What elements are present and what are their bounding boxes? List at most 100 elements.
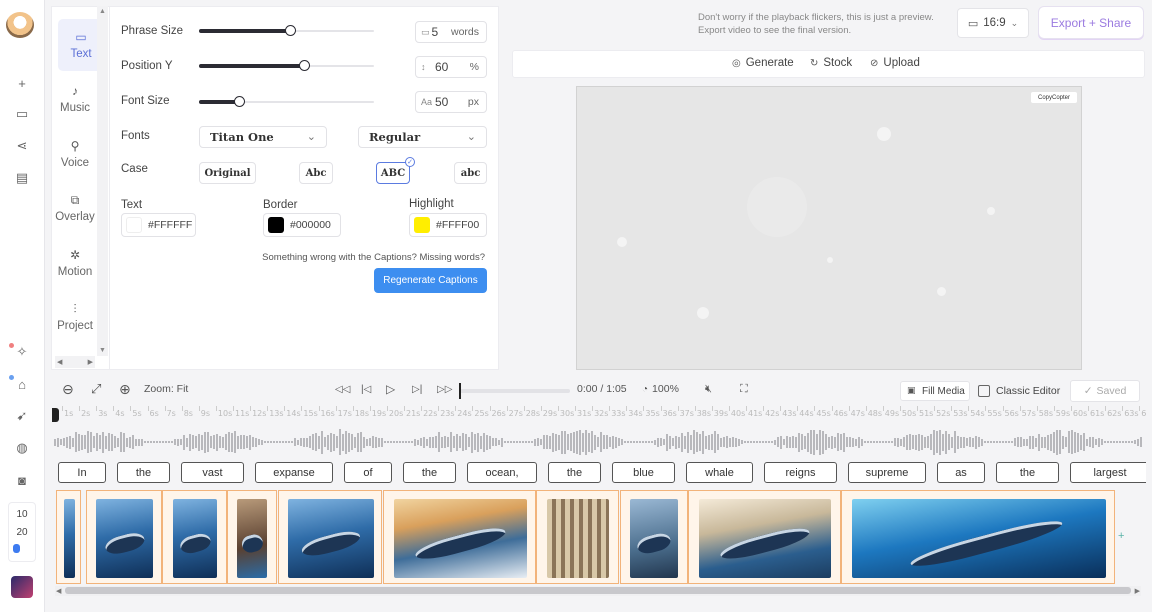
scroll-right-icon[interactable]: ▶ — [1135, 587, 1140, 595]
globe-icon[interactable]: ◍ — [12, 438, 32, 458]
media-clip[interactable] — [841, 490, 1115, 584]
caption-word[interactable]: the — [403, 462, 456, 483]
slider-knob[interactable] — [234, 96, 245, 107]
media-clip[interactable] — [162, 490, 227, 584]
aspect-ratio-select[interactable]: ▭ 16:9 ⌄ — [957, 8, 1029, 38]
case-title-button[interactable]: Abc — [299, 162, 333, 184]
time-ruler[interactable]: 1s 2s 3s 4s 5s 6s 7s 8s 9s 10s 11s 12s 13s 14s 15s 16s 1… — [52, 406, 1146, 424]
caption-word[interactable]: vast — [181, 462, 244, 483]
border-color-field[interactable]: #000000 — [263, 213, 341, 237]
caption-word[interactable]: In — [58, 462, 106, 483]
upload-button[interactable]: ⊘ Upload — [870, 57, 920, 69]
scroll-left-icon[interactable]: ◀ — [57, 358, 62, 366]
media-clip[interactable] — [86, 490, 162, 584]
caption-word[interactable]: reigns — [764, 462, 837, 483]
playhead-marker[interactable] — [52, 408, 59, 422]
tabs-hscrollbar[interactable]: ◀ ▶ — [55, 356, 95, 368]
highlight-color-field[interactable]: #FFFF00 — [409, 213, 487, 237]
font-family-select[interactable]: Titan One ⌄ — [199, 126, 327, 148]
export-share-button[interactable]: Export + Share — [1038, 6, 1144, 39]
zoom-out-icon[interactable]: ⊖ — [62, 378, 74, 400]
expand-icon[interactable]: ⤢ — [91, 378, 101, 400]
media-clip[interactable] — [383, 490, 536, 584]
caption-word[interactable]: the — [548, 462, 601, 483]
playback-progress[interactable] — [460, 389, 570, 393]
caption-word[interactable]: largest — [1070, 462, 1146, 483]
avatar[interactable] — [11, 576, 33, 598]
fullscreen-icon[interactable]: ⛶ — [740, 378, 748, 400]
scrollbar-thumb[interactable] — [65, 587, 1131, 594]
timeline-scrollbar[interactable]: ◀ ▶ — [55, 586, 1141, 596]
scroll-left-icon[interactable]: ◀ — [56, 587, 61, 595]
video-preview[interactable]: CopyCopter — [576, 86, 1082, 370]
stock-button[interactable]: ↻ Stock — [810, 57, 852, 69]
playhead[interactable] — [459, 383, 461, 399]
caption-word[interactable]: blue — [612, 462, 675, 483]
phrase-size-input[interactable]: ▭ 5 words — [415, 21, 487, 43]
generate-button[interactable]: ◎ Generate — [732, 57, 794, 69]
text-color-swatch[interactable] — [126, 217, 142, 233]
share-icon[interactable]: ⋖ — [12, 136, 32, 156]
add-icon[interactable]: + — [12, 73, 32, 93]
video-icon[interactable]: ▭ — [12, 104, 32, 124]
border-color-swatch[interactable] — [268, 217, 284, 233]
caption-word[interactable]: as — [937, 462, 985, 483]
rocket-icon[interactable]: ➹ — [12, 406, 32, 426]
case-upper-button[interactable]: ABC ✓ — [376, 157, 415, 184]
position-y-slider[interactable] — [199, 60, 374, 72]
position-y-input[interactable]: ↕ 60 % — [415, 56, 487, 78]
font-size-slider[interactable] — [199, 96, 374, 108]
tab-voice[interactable]: ⚲ Voice — [52, 128, 98, 180]
regenerate-captions-button[interactable]: Regenerate Captions — [374, 268, 487, 293]
media-clip[interactable] — [536, 490, 619, 584]
add-clip-icon[interactable]: + — [1118, 530, 1124, 542]
speed-control[interactable]: ◔ 100% — [642, 378, 679, 400]
waveform-bar — [390, 441, 392, 443]
tab-overlay[interactable]: ⧉ Overlay — [52, 182, 98, 234]
caption-word[interactable]: expanse — [255, 462, 333, 483]
scroll-right-icon[interactable]: ▶ — [88, 358, 93, 366]
caption-word[interactable]: the — [117, 462, 170, 483]
skip-forward-icon[interactable]: ▷| — [412, 378, 422, 400]
tab-motion[interactable]: ✲ Motion — [52, 237, 98, 289]
audio-waveform[interactable] — [52, 424, 1146, 460]
slider-knob[interactable] — [299, 60, 310, 71]
font-weight-select[interactable]: Regular ⌄ — [358, 126, 487, 148]
text-color-field[interactable]: #FFFFFF — [121, 213, 196, 237]
sparkle-icon[interactable]: ✧ — [12, 342, 32, 362]
media-clip[interactable] — [278, 490, 382, 584]
caption-word[interactable]: the — [996, 462, 1059, 483]
mute-icon[interactable]: 🔇︎ — [705, 378, 712, 400]
rewind-icon[interactable]: ◁◁ — [335, 378, 350, 400]
zoom-in-icon[interactable]: ⊕ — [119, 378, 131, 400]
media-clip[interactable] — [688, 490, 841, 584]
highlight-color-swatch[interactable] — [414, 217, 430, 233]
fast-forward-icon[interactable]: ▷▷ — [437, 378, 452, 400]
case-original-button[interactable]: Original — [199, 162, 256, 184]
play-icon[interactable]: ▷ — [386, 378, 395, 400]
card-icon[interactable]: ▤ — [12, 168, 32, 188]
media-clip[interactable] — [620, 490, 688, 584]
media-clip[interactable] — [56, 490, 81, 584]
scroll-down-icon[interactable]: ▼ — [99, 347, 106, 354]
caption-word[interactable]: ocean, — [467, 462, 537, 483]
skip-back-icon[interactable]: |◁ — [361, 378, 371, 400]
camera-icon[interactable]: ◙ — [12, 470, 32, 490]
slider-knob[interactable] — [285, 25, 296, 36]
gift-icon[interactable]: ⌂ — [12, 374, 32, 394]
panel-scrollbar[interactable]: ▲ ▼ — [97, 6, 108, 356]
checkbox[interactable] — [978, 385, 990, 397]
caption-word[interactable]: supreme — [848, 462, 926, 483]
fill-media-button[interactable]: ▣ Fill Media — [900, 381, 970, 401]
app-logo[interactable] — [6, 12, 34, 38]
media-clip[interactable] — [227, 490, 277, 584]
caption-word[interactable]: of — [344, 462, 392, 483]
tab-project[interactable]: ⫶ Project — [52, 291, 98, 343]
caption-word[interactable]: whale — [686, 462, 753, 483]
scroll-up-icon[interactable]: ▲ — [99, 8, 106, 15]
classic-editor-toggle[interactable]: Classic Editor — [978, 381, 1064, 401]
phrase-size-slider[interactable] — [199, 25, 374, 37]
case-lower-button[interactable]: abc — [454, 162, 487, 184]
tab-music[interactable]: ♪ Music — [52, 73, 98, 125]
font-size-input[interactable]: Aa 50 px — [415, 91, 487, 113]
